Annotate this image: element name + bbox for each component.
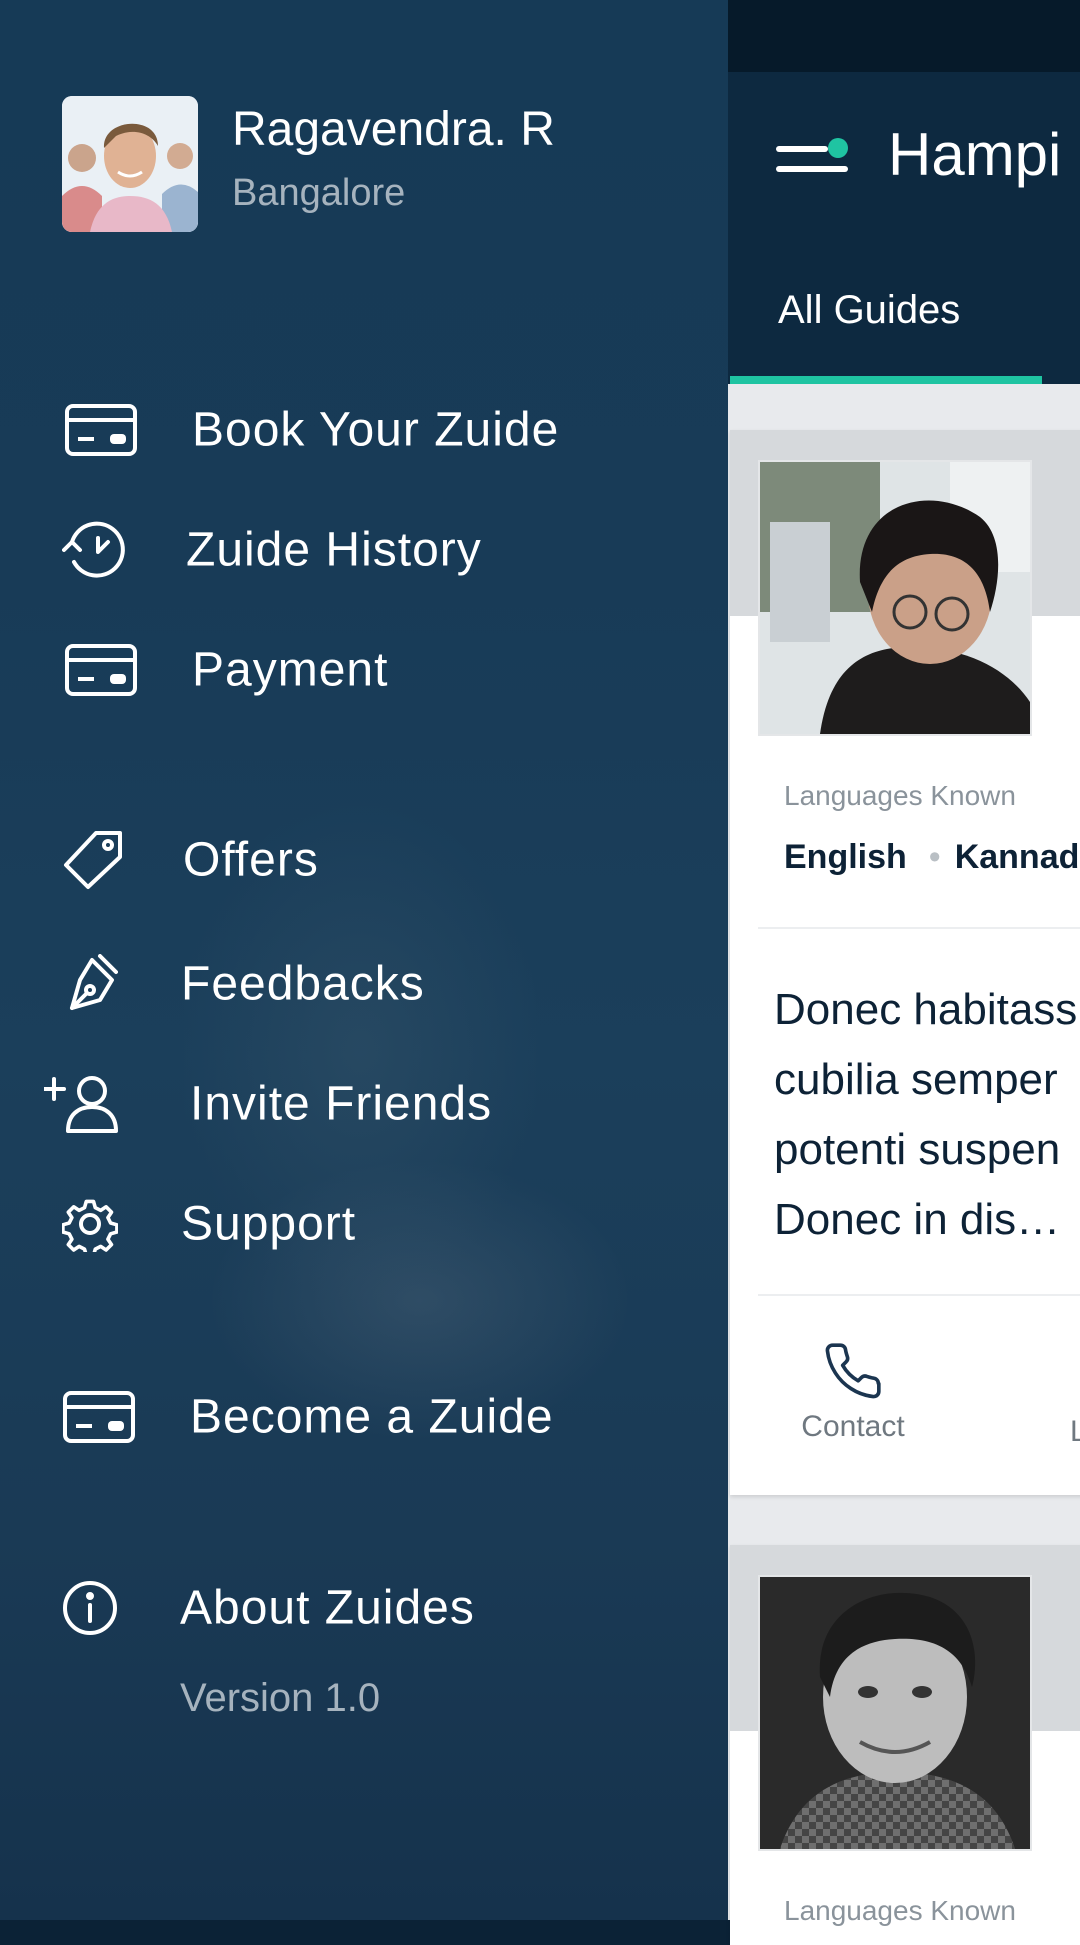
nav-item-offers[interactable]: Offers	[0, 815, 728, 905]
phone-icon	[825, 1343, 881, 1399]
menu-line-icon	[776, 146, 828, 152]
nav-item-book-your-zuide[interactable]: Book Your Zuide	[0, 385, 728, 475]
card-icon	[65, 404, 137, 456]
divider	[758, 927, 1080, 929]
nav-label: Become a Zuide	[190, 1390, 554, 1444]
languages-label: Languages Known	[784, 1895, 1016, 1926]
user-city: Bangalore	[232, 172, 406, 214]
contact-button[interactable]: Contact	[798, 1340, 908, 1444]
secondary-action-label[interactable]: L	[1070, 1415, 1080, 1449]
divider	[758, 1294, 1080, 1296]
app-title: Hampi	[888, 121, 1062, 188]
user-name: Ragavendra. R	[232, 103, 555, 156]
nav-label: Offers	[183, 833, 319, 887]
nav-label: Book Your Zuide	[192, 403, 560, 457]
tag-icon	[64, 831, 122, 889]
nav-item-payment[interactable]: Payment	[0, 625, 728, 715]
nav-label: Support	[181, 1197, 357, 1251]
languages-label: Languages Known	[784, 780, 1016, 811]
info-icon	[63, 1581, 117, 1635]
language-item: Kannada	[954, 838, 1080, 876]
tab-indicator	[730, 376, 1042, 384]
nav-item-zuide-history[interactable]: Zuide History	[0, 505, 728, 595]
navigation-drawer: Ragavendra. R Bangalore Book Your Zuide …	[0, 0, 728, 1920]
nav-item-support[interactable]: Support	[0, 1179, 728, 1269]
description-line: Donec habitass	[774, 985, 1078, 1034]
nav-label: About Zuides	[180, 1581, 475, 1635]
nav-label: Zuide History	[186, 523, 482, 577]
nav-item-invite-friends[interactable]: Invite Friends	[0, 1059, 728, 1149]
nav-item-become-a-zuide[interactable]: Become a Zuide	[0, 1372, 728, 1462]
bullet-separator-icon: •	[928, 838, 941, 876]
nav-item-about-zuides[interactable]: About Zuides	[0, 1563, 728, 1653]
nav-label: Feedbacks	[181, 957, 425, 1011]
guide-description: Donec habitass cubilia semper potenti su…	[774, 975, 1080, 1255]
app-version: Version 1.0	[180, 1676, 381, 1720]
card-icon	[63, 1391, 135, 1443]
nav-item-feedbacks[interactable]: Feedbacks	[0, 939, 728, 1029]
history-icon	[62, 521, 125, 578]
add-user-icon	[44, 1076, 118, 1133]
language-item: English	[784, 838, 907, 876]
nav-label: Payment	[192, 643, 389, 697]
menu-line-icon	[776, 166, 848, 172]
description-line: potenti suspen	[774, 1125, 1061, 1174]
contact-label: Contact	[801, 1410, 905, 1443]
notification-dot-icon	[828, 138, 848, 158]
pen-icon	[70, 954, 118, 1010]
languages-list: English • Kannada	[784, 838, 1080, 877]
guide-card[interactable]: Languages Known	[730, 1545, 1080, 1945]
guide-card[interactable]: Languages Known English • Kannada Donec ha…	[730, 430, 1080, 1495]
guide-photo	[758, 460, 1032, 736]
description-line: cubilia semper	[774, 1055, 1058, 1104]
menu-button[interactable]	[770, 130, 850, 190]
tab-all-guides[interactable]: All Guides	[778, 288, 960, 333]
nav-label: Invite Friends	[190, 1077, 493, 1131]
gear-icon	[62, 1199, 118, 1252]
avatar[interactable]	[62, 96, 198, 232]
card-icon	[65, 644, 137, 696]
description-line: Donec in dis…	[774, 1195, 1061, 1244]
guide-photo	[758, 1575, 1032, 1851]
